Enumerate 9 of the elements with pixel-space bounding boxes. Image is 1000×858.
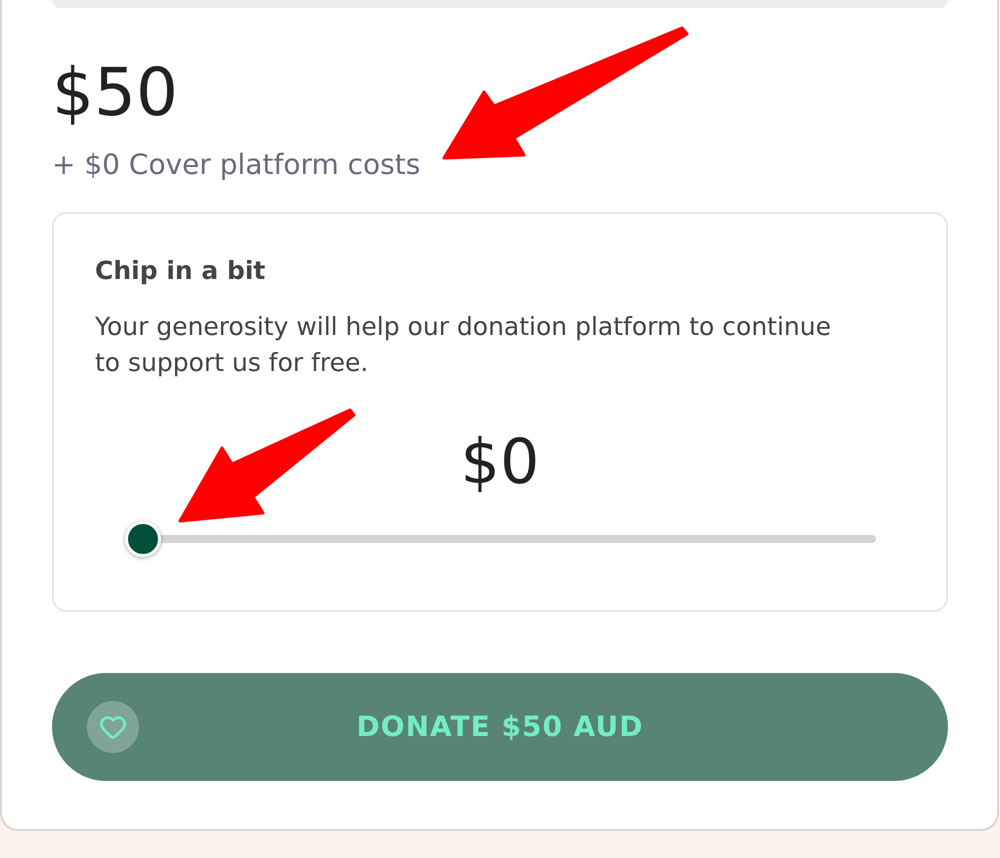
tip-amount: $0 bbox=[460, 426, 540, 498]
slider-thumb[interactable] bbox=[125, 521, 161, 557]
fee-note: + $0 Cover platform costs bbox=[52, 147, 420, 183]
tip-description: Your generosity will help our donation platform to continue to support us for free. bbox=[95, 311, 832, 379]
total-amount: $50 bbox=[52, 53, 178, 133]
pointer-arrow-icon bbox=[177, 407, 357, 524]
tip-title: Chip in a bit bbox=[95, 255, 266, 287]
slider-track[interactable] bbox=[125, 521, 876, 557]
donate-button[interactable]: DONATE $50 AUD bbox=[52, 673, 948, 781]
